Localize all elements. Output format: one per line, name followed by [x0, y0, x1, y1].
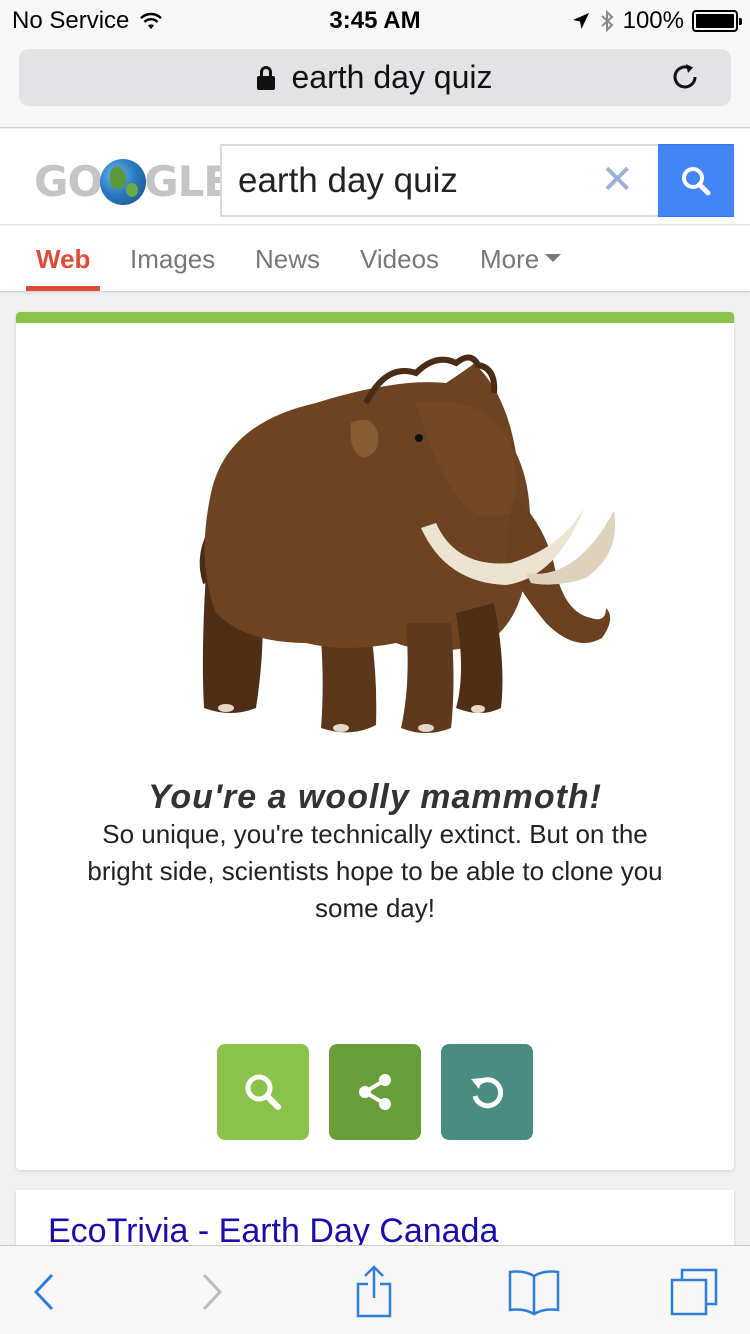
address-text: earth day quiz	[291, 59, 493, 95]
earth-globe-icon	[100, 158, 147, 205]
retake-quiz-button[interactable]	[441, 1044, 533, 1140]
browser-toolbar	[0, 1245, 750, 1334]
tab-web[interactable]: Web	[36, 244, 90, 275]
status-bar: No Service 3:45 AM 100%	[0, 0, 750, 40]
tab-news[interactable]: News	[255, 244, 320, 275]
tabs-button[interactable]	[666, 1264, 722, 1320]
search-header: GO GLE ✕	[0, 129, 750, 225]
tab-images[interactable]: Images	[130, 244, 215, 275]
bluetooth-icon	[600, 9, 614, 33]
share-page-button[interactable]	[346, 1264, 402, 1320]
search-box: ✕	[220, 144, 660, 217]
address-bar[interactable]: earth day quiz	[19, 49, 731, 106]
forward-button[interactable]	[184, 1264, 240, 1320]
tab-more-label: More	[480, 244, 540, 274]
browser-url-area: earth day quiz	[0, 40, 750, 128]
result-description: So unique, you're technically extinct. B…	[87, 819, 663, 923]
share-icon	[359, 1074, 391, 1110]
search-tabs: Web Images News Videos More	[0, 226, 750, 292]
lock-icon	[257, 65, 276, 90]
bookmarks-button[interactable]	[506, 1264, 562, 1320]
quiz-result-card: You're a woolly mammoth! So unique, you'…	[16, 312, 734, 1170]
tab-more[interactable]: More	[480, 244, 562, 275]
battery-icon	[692, 10, 742, 32]
reload-icon[interactable]	[669, 61, 701, 93]
clear-search-icon[interactable]: ✕	[600, 160, 634, 200]
search-icon	[682, 166, 711, 195]
tabs-icon	[670, 1268, 718, 1316]
card-accent-bar	[16, 312, 734, 323]
result-actions	[217, 1044, 533, 1140]
replay-icon	[471, 1077, 504, 1109]
search-input[interactable]	[238, 158, 598, 204]
chevron-left-icon	[33, 1273, 54, 1311]
battery-percent: 100%	[622, 7, 684, 34]
woolly-mammoth-illustration	[16, 323, 734, 753]
share-button[interactable]	[329, 1044, 421, 1140]
book-icon	[508, 1270, 560, 1316]
search-mammoth-button[interactable]	[217, 1044, 309, 1140]
google-doodle-logo[interactable]: GO GLE	[34, 157, 232, 206]
back-button[interactable]	[16, 1264, 72, 1320]
logo-text-left: GO	[34, 157, 103, 206]
search-icon	[245, 1074, 281, 1110]
logo-text-right: GLE	[144, 157, 232, 206]
chevron-right-icon	[202, 1273, 223, 1311]
location-arrow-icon	[572, 13, 589, 29]
search-button[interactable]	[658, 144, 734, 217]
result-heading: You're a woolly mammoth!	[148, 778, 602, 816]
active-tab-indicator	[26, 286, 100, 291]
tab-videos[interactable]: Videos	[360, 244, 439, 275]
chevron-down-icon	[545, 254, 562, 263]
share-icon	[356, 1265, 392, 1318]
